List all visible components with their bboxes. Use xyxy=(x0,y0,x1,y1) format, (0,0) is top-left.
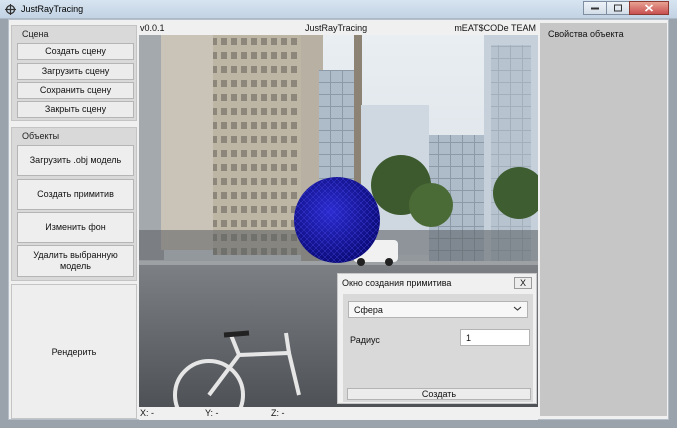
z-coordinate: Z: - xyxy=(271,408,285,418)
maximize-icon xyxy=(614,4,622,12)
create-scene-button[interactable]: Создать сцену xyxy=(17,43,134,60)
viewport-info-bar: v0.0.1 JustRayTracing mEAT$CODe TEAM xyxy=(139,21,538,35)
dialog-close-button[interactable]: X xyxy=(514,277,532,289)
scene-group-title: Сцена xyxy=(22,29,49,39)
properties-panel: Свойства объекта xyxy=(540,23,667,416)
y-coordinate: Y: - xyxy=(205,408,219,418)
close-icon xyxy=(644,4,654,12)
version-label: v0.0.1 xyxy=(140,23,165,33)
load-scene-button[interactable]: Загрузить сцену xyxy=(17,63,134,80)
primitive-type-value: Сфера xyxy=(354,305,383,315)
delete-model-button[interactable]: Удалить выбранную модель xyxy=(17,245,134,277)
change-background-button[interactable]: Изменить фон xyxy=(17,212,134,243)
load-obj-button[interactable]: Загрузить .obj модель xyxy=(17,145,134,176)
primitive-type-select[interactable]: Сфера xyxy=(348,301,528,318)
close-window-button[interactable] xyxy=(629,1,669,15)
radius-input[interactable]: 1 xyxy=(460,329,530,346)
coordinates-bar: X: - Y: - Z: - xyxy=(139,407,538,420)
render-label: Рендерить xyxy=(51,346,97,357)
save-scene-button[interactable]: Сохранить сцену xyxy=(17,82,134,99)
window-title: JustRayTracing xyxy=(21,4,84,14)
objects-group-title: Объекты xyxy=(22,131,60,141)
primitive-dialog: Окно создания примитива X Сфера Радиус 1… xyxy=(337,273,537,404)
client-area: Сцена Создать сцену Загрузить сцену Сохр… xyxy=(8,19,669,420)
minimize-button[interactable] xyxy=(583,1,607,15)
chevron-down-icon xyxy=(513,306,522,311)
x-coordinate: X: - xyxy=(140,408,155,418)
dialog-body: Сфера Радиус 1 Создать xyxy=(343,294,533,402)
dialog-title: Окно создания примитива xyxy=(342,278,452,288)
objects-group: Объекты Загрузить .obj модель Создать пр… xyxy=(11,127,137,281)
minimize-icon xyxy=(591,7,599,10)
title-bar: JustRayTracing xyxy=(0,0,677,19)
viewport-title: JustRayTracing xyxy=(305,23,368,33)
team-label: mEAT$CODe TEAM xyxy=(454,23,536,33)
radius-label: Радиус xyxy=(350,335,380,345)
maximize-button[interactable] xyxy=(606,1,630,15)
scene-group: Сцена Создать сцену Загрузить сцену Сохр… xyxy=(11,25,137,121)
render-button[interactable]: Рендерить xyxy=(11,284,137,419)
app-icon xyxy=(5,4,16,15)
properties-title: Свойства объекта xyxy=(548,29,624,39)
create-primitive-confirm-button[interactable]: Создать xyxy=(347,388,531,400)
close-scene-button[interactable]: Закрыть сцену xyxy=(17,101,134,118)
create-primitive-button[interactable]: Создать примитив xyxy=(17,179,134,210)
